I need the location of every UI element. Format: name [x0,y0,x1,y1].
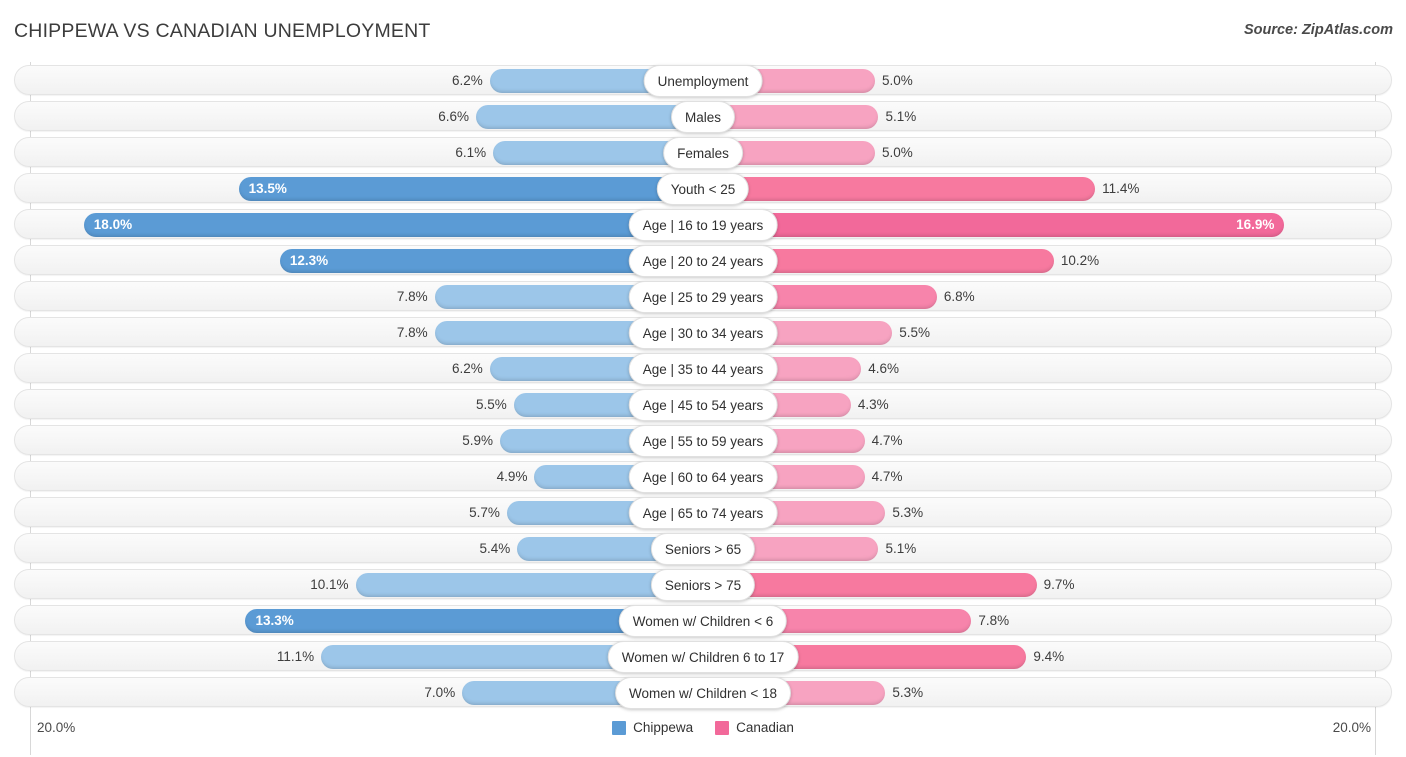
table-row: 5.5% 4.3% Age | 45 to 54 years [14,389,1392,421]
value-label-canadian: 4.7% [871,469,903,484]
source-attribution: Source: ZipAtlas.com [1243,22,1393,38]
value-label-canadian: 7.8% [978,613,1010,628]
legend-item: Chippewa [612,720,693,735]
value-label-canadian: 9.7% [1043,577,1075,592]
category-label: Age | 45 to 54 years [628,389,778,421]
value-label-chippewa: 7.0% [424,685,456,700]
legend-swatch-icon [612,720,627,735]
value-label-canadian: 4.6% [868,361,900,376]
value-label-canadian: 5.3% [892,505,924,520]
table-row: 5.9% 4.7% Age | 55 to 59 years [14,425,1392,457]
page-title: CHIPPEWA VS CANADIAN UNEMPLOYMENT [14,20,431,42]
value-label-chippewa: 7.8% [396,325,428,340]
category-label: Youth < 25 [656,173,750,205]
value-label-canadian: 5.3% [892,685,924,700]
value-label-chippewa: 11.1% [276,649,315,664]
category-label: Age | 16 to 19 years [628,209,778,241]
chart-plot-area: 6.2% 5.0% Unemployment 6.6% 5.1% Males 6.1% 5.0… [14,62,1392,755]
category-label: Age | 60 to 64 years [628,461,778,493]
table-row: 7.8% 5.5% Age | 30 to 34 years [14,317,1392,349]
value-label-chippewa: 5.7% [469,505,500,520]
value-label-canadian: 11.4% [1102,181,1140,196]
value-label-canadian: 6.8% [943,289,975,304]
category-label: Males [670,101,736,133]
bar-canadian [703,213,1285,237]
table-row: 7.8% 6.8% Age | 25 to 29 years [14,281,1392,313]
category-label: Seniors > 65 [650,533,756,565]
value-label-chippewa: 10.1% [310,577,349,592]
value-label-chippewa: 7.8% [396,289,428,304]
category-label: Females [663,137,743,169]
value-label-canadian: 16.9% [1236,217,1275,232]
bar-chippewa [238,177,703,201]
value-label-chippewa: 6.2% [451,361,483,376]
category-label: Age | 20 to 24 years [628,245,778,277]
value-label-chippewa: 6.6% [438,109,469,124]
value-label-chippewa: 6.1% [455,145,487,160]
value-label-chippewa: 12.3% [289,253,329,268]
table-row: 6.2% 4.6% Age | 35 to 44 years [14,353,1392,385]
category-label: Women w/ Children 6 to 17 [607,641,799,673]
value-label-canadian: 5.1% [885,109,917,124]
table-row: 13.3% 7.8% Women w/ Children < 6 [14,605,1392,637]
value-label-chippewa: 18.0% [93,217,133,232]
value-label-canadian: 5.1% [885,541,917,556]
category-label: Age | 55 to 59 years [628,425,778,457]
table-row: 10.1% 9.7% Seniors > 75 [14,569,1392,601]
value-label-chippewa: 6.2% [451,73,483,88]
value-label-chippewa: 13.3% [255,613,294,628]
category-label: Age | 65 to 74 years [628,497,778,529]
table-row: 11.1% 9.4% Women w/ Children 6 to 17 [14,641,1392,673]
table-row: 6.2% 5.0% Unemployment [14,65,1392,97]
category-label: Age | 25 to 29 years [628,281,778,313]
chart-legend: Chippewa Canadian [14,720,1392,735]
value-label-canadian: 9.4% [1033,649,1065,664]
category-label: Women w/ Children < 6 [618,605,788,637]
value-label-canadian: 10.2% [1060,253,1100,268]
table-row: 12.3% 10.2% Age | 20 to 24 years [14,245,1392,277]
table-row: 5.4% 5.1% Seniors > 65 [14,533,1392,565]
table-row: 18.0% 16.9% Age | 16 to 19 years [14,209,1392,241]
legend-swatch-icon [715,720,730,735]
value-label-canadian: 5.0% [882,145,913,160]
table-row: 4.9% 4.7% Age | 60 to 64 years [14,461,1392,493]
value-label-chippewa: 5.4% [479,541,511,556]
value-label-chippewa: 13.5% [248,181,287,196]
bar-canadian [703,177,1096,201]
category-label: Women w/ Children < 18 [615,677,791,709]
value-label-canadian: 4.7% [871,433,903,448]
chart-header: CHIPPEWA VS CANADIAN UNEMPLOYMENT Source… [0,0,1406,62]
category-label: Unemployment [643,65,763,97]
table-row: 7.0% 5.3% Women w/ Children < 18 [14,677,1392,709]
legend-label: Chippewa [633,720,694,735]
table-row: 5.7% 5.3% Age | 65 to 74 years [14,497,1392,529]
value-label-chippewa: 4.9% [496,469,528,484]
category-label: Seniors > 75 [650,569,756,601]
table-row: 13.5% 11.4% Youth < 25 [14,173,1392,205]
table-row: 6.1% 5.0% Females [14,137,1392,169]
bar-chippewa [83,213,703,237]
chart-footer: 20.0% 20.0% Chippewa Canadian [14,718,1392,754]
value-label-chippewa: 5.5% [476,397,507,412]
value-label-canadian: 5.0% [882,73,913,88]
category-label: Age | 35 to 44 years [628,353,778,385]
value-label-canadian: 5.5% [899,325,930,340]
value-label-canadian: 4.3% [857,397,889,412]
category-label: Age | 30 to 34 years [628,317,778,349]
legend-item: Canadian [715,720,794,735]
value-label-chippewa: 5.9% [462,433,494,448]
legend-label: Canadian [736,720,794,735]
bar-chippewa [475,105,703,129]
table-row: 6.6% 5.1% Males [14,101,1392,133]
bar-rows-container: 6.2% 5.0% Unemployment 6.6% 5.1% Males 6.1% 5.0… [14,65,1392,713]
